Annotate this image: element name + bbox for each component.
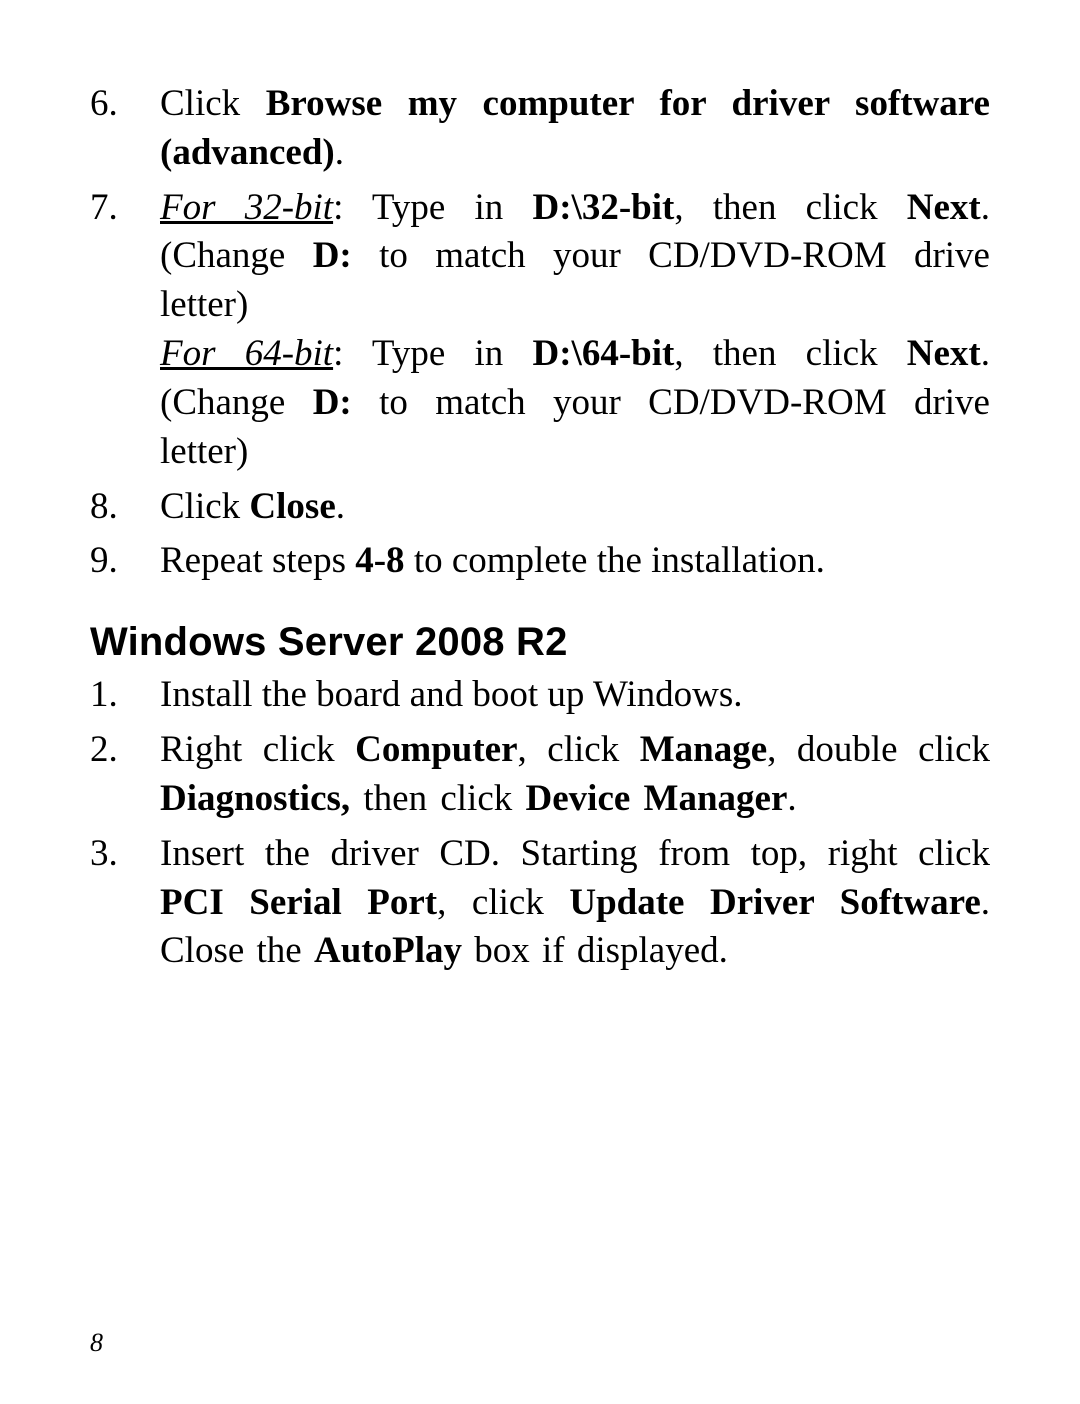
bold-text: Browse my computer for driver software (… [160,83,990,173]
step-number: 1. [90,671,160,720]
step-number: 7. [90,184,160,477]
bold-text: Manage [640,729,767,770]
bold-text: Close [249,486,335,527]
text: . [336,486,345,527]
text: . [335,132,344,173]
step-number: 9. [90,537,160,586]
step-2: 2. Right click Computer, click Manage, d… [90,726,990,824]
bold-text: AutoPlay [314,930,462,971]
text: , double click [767,729,990,770]
step-8: 8. Click Close. [90,483,990,532]
step-9: 9. Repeat steps 4-8 to complete the inst… [90,537,990,586]
text: : Type in [333,187,532,228]
bold-text: PCI Serial Port [160,882,437,923]
bold-text: 4-8 [355,540,404,581]
text: : Type in [333,333,532,374]
text: , then click [674,187,906,228]
text: , then click [674,333,906,374]
bold-text: Diagnostics, [160,778,350,819]
text: Repeat steps [160,540,355,581]
text: Click [160,486,249,527]
text: box if displayed. [462,930,728,971]
text: , click [437,882,569,923]
underline-italic: For 32-bit [160,187,333,228]
instruction-list-continued: 6. Click Browse my computer for driver s… [90,80,990,586]
instruction-list-2008r2: 1. Install the board and boot up Windows… [90,671,990,976]
step-number: 6. [90,80,160,178]
step-number: 8. [90,483,160,532]
step-6: 6. Click Browse my computer for driver s… [90,80,990,178]
text: Insert the driver CD. Starting from top,… [160,833,990,874]
text: then click [350,778,525,819]
step-number: 3. [90,830,160,976]
step-number: 2. [90,726,160,824]
page-number: 8 [90,1328,103,1358]
text: Right click [160,729,355,770]
bold-text: D:\32-bit [533,187,675,228]
page: 6. Click Browse my computer for driver s… [0,0,1080,1404]
text: to complete the installation. [405,540,825,581]
bold-text: D: [313,382,352,423]
text: , click [518,729,640,770]
bold-text: Next [907,187,981,228]
underline-italic: For 64-bit [160,333,333,374]
step-1: 1. Install the board and boot up Windows… [90,671,990,720]
bold-text: Computer [355,729,517,770]
step-3: 3. Insert the driver CD. Starting from t… [90,830,990,976]
text: Install the board and boot up Windows. [160,671,990,720]
text: . [787,778,796,819]
bold-text: Device Manager [526,778,788,819]
bold-text: Update Driver Software [569,882,980,923]
section-heading: Windows Server 2008 R2 [90,620,990,665]
step-7: 7. For 32-bit: Type in D:\32-bit, then c… [90,184,990,477]
text: Click [160,83,266,124]
bold-text: Next [907,333,981,374]
bold-text: D: [313,235,352,276]
bold-text: D:\64-bit [533,333,675,374]
